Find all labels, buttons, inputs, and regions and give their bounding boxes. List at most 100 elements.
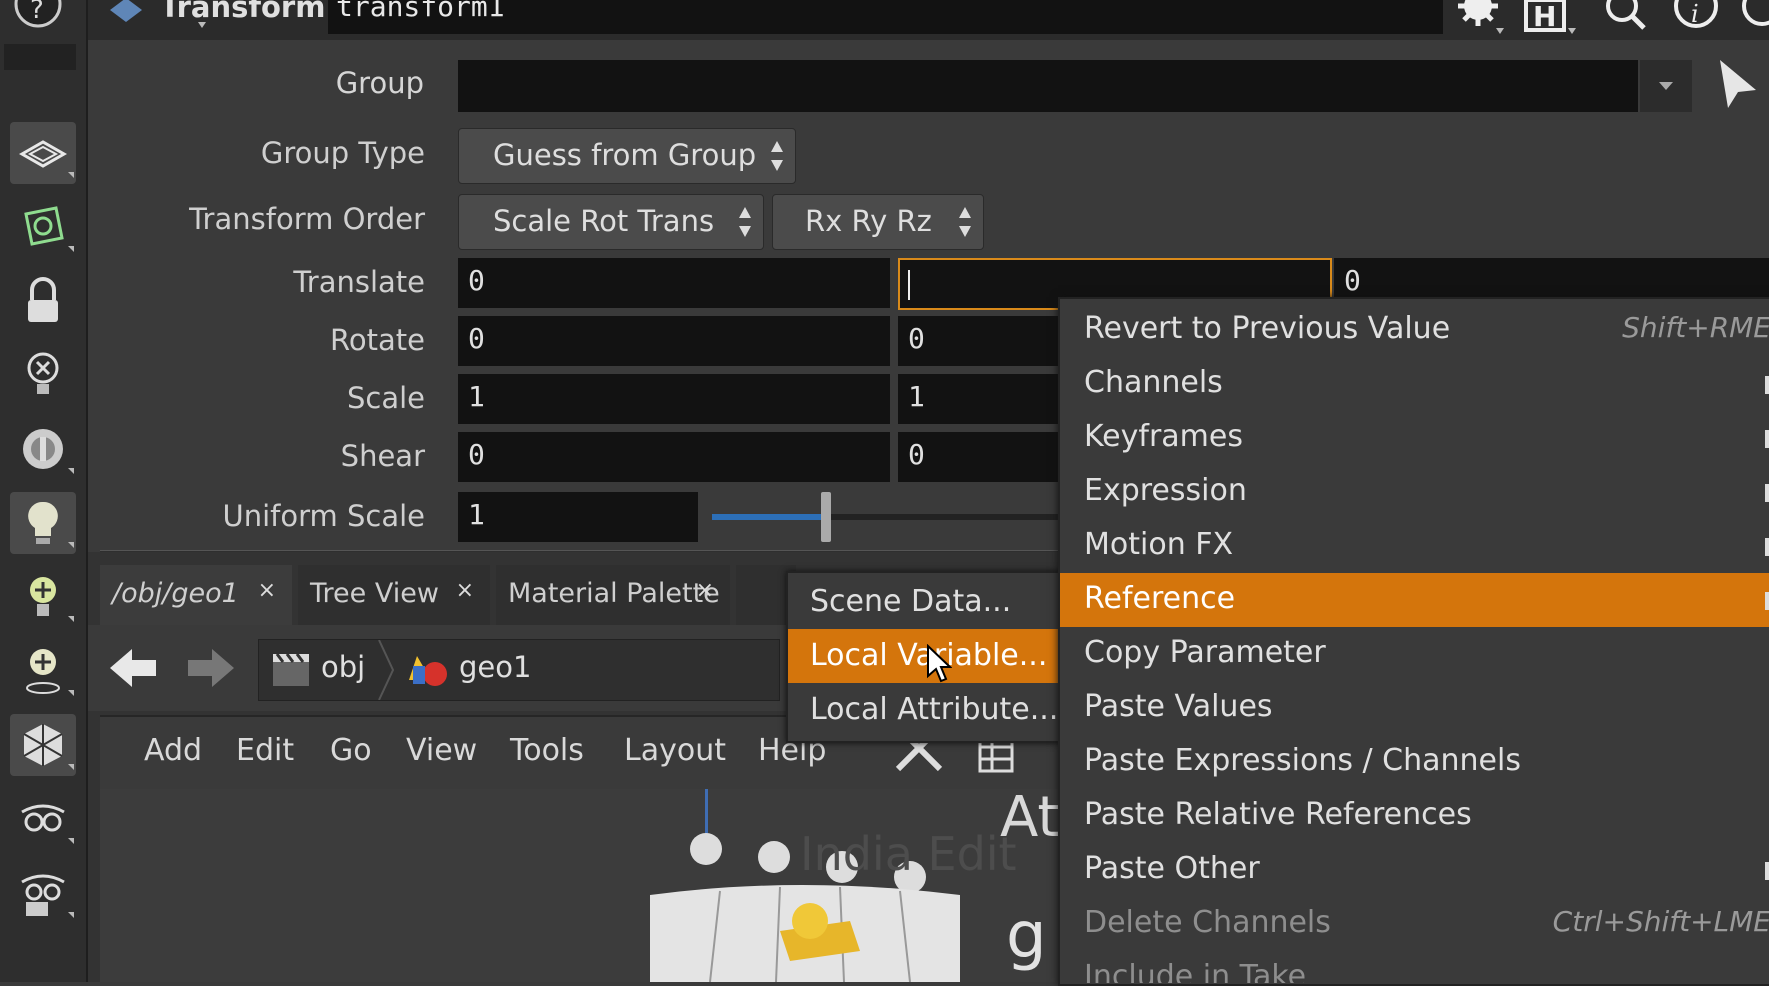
submenu-item-label: Local Attribute... [810,692,1059,727]
rotate-y-value: 0 [908,322,925,355]
close-icon[interactable]: × [696,578,714,603]
close-icon[interactable]: × [456,578,474,603]
info-icon[interactable]: i [1670,0,1726,34]
rotate-order-menu[interactable]: Rx Ry Rz [772,194,984,250]
path-geo1[interactable]: geo1 [459,650,531,684]
add-light-icon[interactable] [10,566,76,628]
ctx-paste-other[interactable]: Paste Other [1060,843,1769,897]
shear-y-value: 0 [908,438,925,471]
close-icon[interactable]: × [258,578,276,603]
tab-obj-geo1[interactable]: /obj/geo1 × [100,565,292,625]
ctx-item-label: Paste Expressions / Channels [1084,743,1521,778]
ctx-item-label: Copy Parameter [1084,635,1326,670]
submenu-scene-data[interactable]: Scene Data... [788,575,1070,629]
ctx-paste-expressions[interactable]: Paste Expressions / Channels [1060,735,1769,789]
scale-y-field[interactable]: 1 [898,374,1058,424]
menu-tools[interactable]: Tools [510,733,584,768]
translate-x-value: 0 [468,264,485,297]
gear-icon[interactable] [1448,0,1508,34]
node-label-partial-2: g [1006,899,1047,973]
toolbar-scroll-handle[interactable] [4,44,76,70]
houdini-help-icon[interactable]: H [1520,0,1580,34]
menu-view[interactable]: View [406,733,477,768]
submenu-item-label: Scene Data... [810,584,1012,619]
tab-tree-view[interactable]: Tree View × [298,565,490,625]
geo-node-icon [407,650,449,690]
help-icon[interactable]: ? [8,0,68,30]
scale-x-value: 1 [468,380,485,413]
translate-x-field[interactable]: 0 [458,258,890,308]
transform-handle-icon[interactable] [10,196,76,258]
node-input-dot[interactable] [758,841,790,873]
ctx-paste-relative-references[interactable]: Paste Relative References [1060,789,1769,843]
transform-order-menu[interactable]: Scale Rot Trans [458,194,764,250]
path-obj[interactable]: obj [321,650,365,684]
group-label: Group [335,66,424,100]
uniform-scale-slider[interactable] [712,492,1058,542]
ctx-item-label: Channels [1084,365,1223,400]
ctx-item-label: Motion FX [1084,527,1234,562]
node-input-dot[interactable] [690,833,722,865]
node-type-label: Transform [160,0,326,24]
rotate-x-field[interactable]: 0 [458,316,890,366]
tab-material-palette[interactable]: Material Palette × [496,565,730,625]
node-name-field[interactable]: transform1 [328,0,1443,34]
menu-go[interactable]: Go [330,733,372,768]
ctx-motion-fx[interactable]: Motion FX [1060,519,1769,573]
ctx-channels[interactable]: Channels [1060,357,1769,411]
ctx-delete-channels[interactable]: Delete Channels Ctrl+Shift+LME [1060,897,1769,951]
select-pointer-icon[interactable] [1716,56,1766,112]
menu-layout[interactable]: Layout [624,733,726,768]
shear-x-field[interactable]: 0 [458,432,890,482]
search-icon[interactable] [1598,0,1654,34]
forward-arrow-icon[interactable] [184,645,238,691]
geometry-cube-icon[interactable] [10,714,76,776]
ctx-item-shortcut: Shift+RME [1622,311,1769,344]
ctx-copy-parameter[interactable]: Copy Parameter [1060,627,1769,681]
ctx-keyframes[interactable]: Keyframes [1060,411,1769,465]
shear-y-field[interactable]: 0 [898,432,1058,482]
camera-glasses-icon[interactable] [10,788,76,850]
ambient-light-icon[interactable] [10,418,76,480]
scale-x-field[interactable]: 1 [458,374,890,424]
spot-light-icon[interactable] [10,640,76,702]
submenu-arrow-icon [1765,376,1769,394]
transform-node-icon [106,0,146,28]
shear-label: Shear [340,439,425,473]
translate-z-value: 0 [1344,264,1361,297]
group-type-label: Group Type [260,136,425,170]
rotate-y-field[interactable]: 0 [898,316,1058,366]
ctx-paste-values[interactable]: Paste Values [1060,681,1769,735]
network-path[interactable]: obj geo1 [258,639,780,701]
rotate-order-value: Rx Ry Rz [805,204,932,238]
ctx-item-label: Paste Other [1084,851,1260,886]
ctx-include-in-take[interactable]: Include in Take [1060,951,1769,983]
shear-x-value: 0 [468,438,485,471]
group-type-menu[interactable]: Guess from Group [458,128,796,184]
uniform-scale-slider-handle[interactable] [821,492,832,542]
group-dropdown-button[interactable] [1640,60,1692,112]
transform-order-value: Scale Rot Trans [493,204,715,238]
group-field[interactable] [458,60,1638,112]
ctx-item-label: Revert to Previous Value [1084,311,1451,346]
lock-icon[interactable] [10,270,76,332]
uniform-scale-field[interactable]: 1 [458,492,698,542]
light-off-icon[interactable] [10,344,76,406]
extra-header-icon[interactable] [1736,0,1769,34]
rotate-x-value: 0 [468,322,485,355]
menu-add[interactable]: Add [144,733,202,768]
uniform-scale-slider-fill [712,514,827,520]
group-type-value: Guess from Group [493,138,757,172]
submenu-local-attribute[interactable]: Local Attribute... [788,683,1070,737]
ctx-reference[interactable]: Reference [1060,573,1769,627]
updown-arrow-icon [959,207,971,237]
back-arrow-icon[interactable] [106,645,160,691]
ctx-revert[interactable]: Revert to Previous Value Shift+RME [1060,303,1769,357]
view-plane-icon[interactable] [10,122,76,184]
ctx-expression[interactable]: Expression [1060,465,1769,519]
attribwrangle-node[interactable] [640,881,970,983]
svg-text:?: ? [30,0,44,25]
light-bulb-icon[interactable] [10,492,76,554]
camera-view-icon[interactable] [10,862,76,924]
menu-edit[interactable]: Edit [236,733,294,768]
